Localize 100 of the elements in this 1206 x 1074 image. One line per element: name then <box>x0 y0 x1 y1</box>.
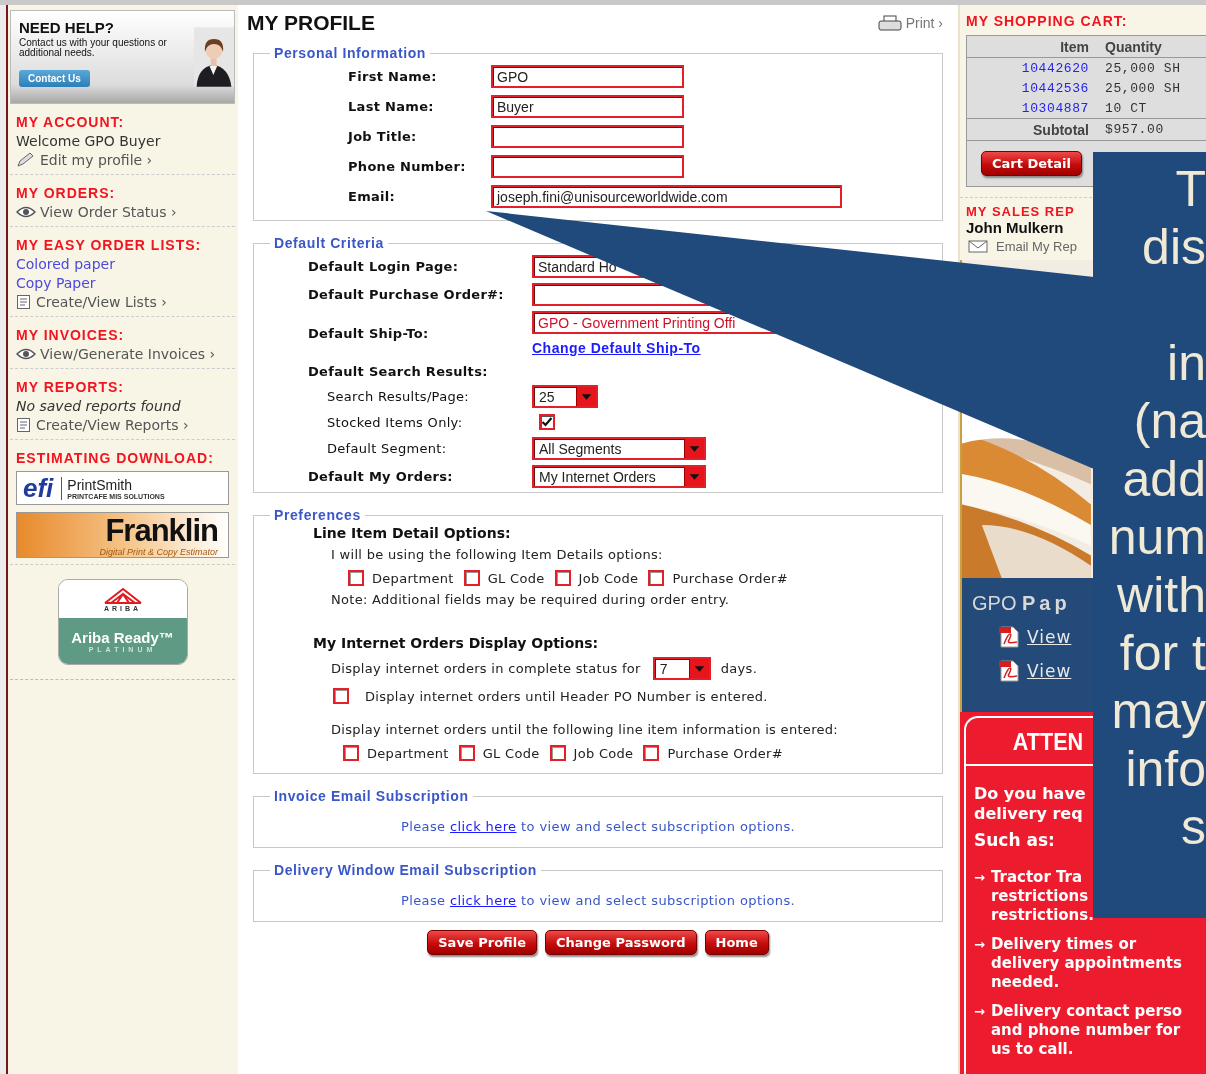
section-heading: MY EASY ORDER LISTS: <box>16 237 203 253</box>
empty-note: No saved reports found <box>16 398 182 414</box>
list-link[interactable]: Copy Paper <box>16 275 229 291</box>
panel-legend: Invoice Email Subscription <box>270 788 473 804</box>
column-header: Item <box>1059 39 1089 55</box>
callout-text: in <box>1166 334 1206 392</box>
item-link[interactable]: 10304887 <box>967 101 1089 116</box>
bullet-text: Delivery contact perso and phone number for us to call. <box>990 1002 1183 1059</box>
lattice-icon <box>102 586 143 605</box>
option-label: Department <box>372 570 454 586</box>
option-label: Job Code <box>578 570 639 586</box>
click-here-link[interactable]: click here <box>450 819 517 834</box>
bullet-text: Tractor Tra restrictions restrictions. <box>990 868 1094 925</box>
list-link[interactable]: Colored paper <box>16 256 229 272</box>
software-logo[interactable]: Franklin Digital Print & Copy Estimator <box>16 512 229 558</box>
section-heading: MY INVOICES: <box>16 327 126 343</box>
form-button[interactable]: Home <box>704 930 769 955</box>
eye-icon <box>16 348 36 360</box>
field-label: Last Name: <box>348 99 435 114</box>
pdf-link[interactable]: View <box>972 625 1072 649</box>
field-label: Default Login Page: <box>308 259 460 274</box>
logo-mark: efi <box>23 472 54 504</box>
checkbox[interactable] <box>343 745 359 761</box>
form-button[interactable]: Save Profile <box>427 930 537 955</box>
option-label: Purchase Order# <box>667 745 783 761</box>
checkbox[interactable] <box>458 745 475 761</box>
checkbox[interactable] <box>554 570 571 586</box>
subtotal-label: Subtotal <box>1032 122 1089 138</box>
checkbox[interactable] <box>333 688 349 704</box>
checkbox[interactable] <box>643 745 660 761</box>
option-label: Job Code <box>573 745 634 761</box>
printer-icon <box>877 15 902 31</box>
option-label: GL Code <box>487 570 545 586</box>
sidebar-link[interactable]: Edit my profile › <box>16 152 229 168</box>
attention-lead: Such as: <box>973 829 1055 852</box>
eye-icon <box>16 206 36 218</box>
callout-text: for t <box>1118 624 1206 682</box>
checkbox[interactable] <box>539 414 555 430</box>
panel-title: GPO Pap <box>972 592 1071 615</box>
input-field[interactable] <box>491 155 684 178</box>
logo-tagline: Digital Print & Copy Estimator <box>99 547 218 557</box>
input-field[interactable]: Buyer <box>491 95 684 118</box>
sidebar-link[interactable]: Create/View Reports › <box>16 417 229 433</box>
callout-text: (na <box>1132 392 1206 450</box>
checkbox[interactable] <box>549 745 566 761</box>
bullet-arrow: → <box>974 1003 985 1021</box>
item-link[interactable]: 10442536 <box>967 81 1089 96</box>
checkbox[interactable] <box>648 570 665 586</box>
checkbox[interactable] <box>463 570 480 586</box>
pdf-link[interactable]: View <box>972 659 1072 683</box>
options-heading: Line Item Detail Options: <box>313 525 512 541</box>
quantity-cell-text: 25,000 SH <box>1105 61 1182 76</box>
print-link[interactable]: Print › <box>877 15 943 31</box>
options-intro: I will be using the following Item Details options: <box>330 547 664 562</box>
help-text: Contact us with your questions or additional needs. <box>19 38 168 58</box>
field-label: Stocked Items Only: <box>326 415 464 430</box>
callout-text: s <box>1180 798 1206 856</box>
certification-title: Ariba Ready™ <box>71 629 174 646</box>
bullet-arrow: → <box>974 869 985 887</box>
quantity-cell-text: 10 CT <box>1105 101 1148 116</box>
sidebar-link[interactable]: View Order Status › <box>16 204 229 220</box>
section-heading: MY ORDERS: <box>16 185 117 201</box>
select-field[interactable]: 7 <box>652 657 711 680</box>
bullet-text: Delivery times or delivery appointments needed. <box>990 935 1182 992</box>
input-field[interactable]: joseph.fini@unisourceworldwide.com <box>491 185 842 208</box>
page-title: MY PROFILE <box>247 11 375 35</box>
subtotal-value: $957.00 <box>1105 122 1165 138</box>
callout-text: dis <box>1141 218 1206 276</box>
checkbox[interactable] <box>348 570 364 586</box>
select-field[interactable]: My Internet Orders <box>532 465 706 488</box>
document-icon <box>16 417 32 433</box>
panel-legend: Default Criteria <box>270 235 388 251</box>
input-field[interactable]: GPO <box>491 65 684 88</box>
click-here-link[interactable]: click here <box>450 893 517 908</box>
section-heading: MY REPORTS: <box>16 379 125 395</box>
panel-legend: Personal Information <box>270 45 431 61</box>
field-label: Default Purchase Order#: <box>308 287 505 302</box>
logo-name: PrintSmith <box>67 476 133 493</box>
select-field[interactable]: 25 <box>532 385 598 408</box>
field-label: Search Results/Page: <box>326 389 470 404</box>
change-ship-to-link[interactable]: Change Default Ship-To <box>532 340 701 356</box>
select-field[interactable]: All Segments <box>532 437 706 460</box>
option-label: Department <box>367 745 449 761</box>
form-button[interactable]: Change Password <box>545 930 697 955</box>
input-field[interactable] <box>491 125 684 148</box>
pdf-icon <box>997 659 1021 683</box>
item-link[interactable]: 10442620 <box>967 61 1089 76</box>
help-title: NEED HELP? <box>19 19 114 36</box>
option-label: Display internet orders until Header PO Number is entered. <box>365 688 768 704</box>
field-label: Default Ship-To: <box>308 326 430 341</box>
sales-rep-heading: MY SALES REP <box>965 204 1076 219</box>
section-heading: MY ACCOUNT: <box>16 114 126 130</box>
callout-text: add <box>1121 450 1206 508</box>
option-label: Purchase Order# <box>672 570 788 586</box>
cart-detail-button[interactable]: Cart Detail <box>981 151 1082 176</box>
cart-heading: MY SHOPPING CART: <box>965 13 1129 29</box>
sidebar-link[interactable]: View/Generate Invoices › <box>16 346 229 362</box>
sidebar-link[interactable]: Create/View Lists › <box>16 294 229 310</box>
pdf-icon <box>997 625 1021 649</box>
options-heading: My Internet Orders Display Options: <box>313 635 600 651</box>
